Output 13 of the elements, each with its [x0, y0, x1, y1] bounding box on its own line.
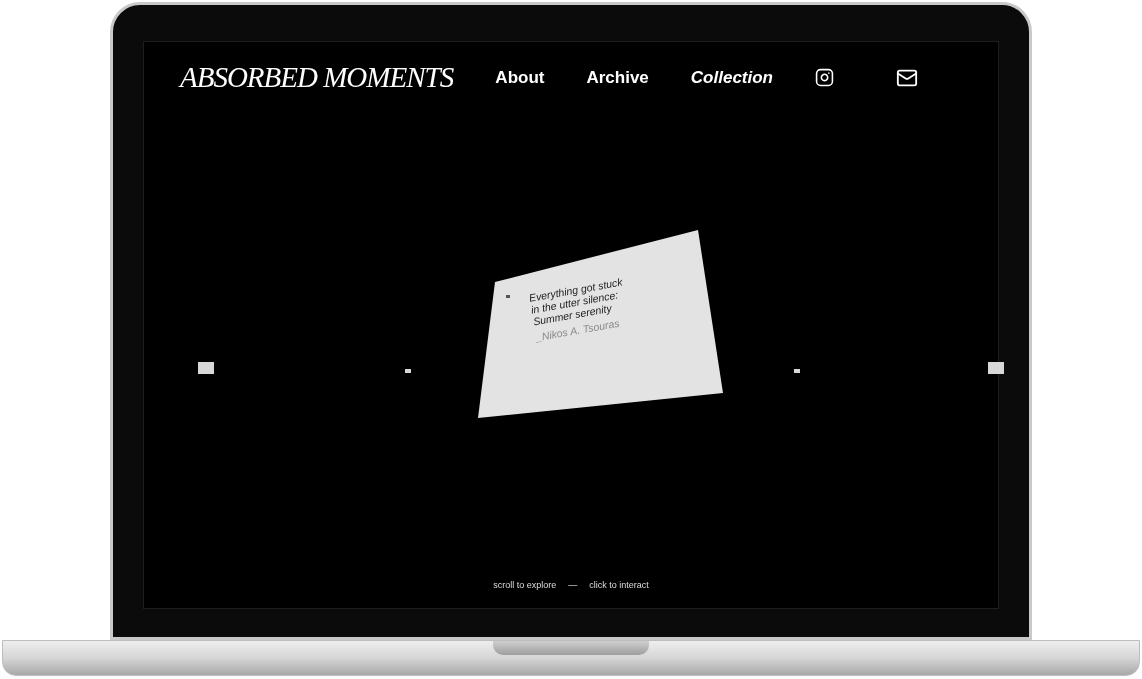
card-background[interactable]: [478, 230, 723, 418]
nav-link[interactable]: Archive: [586, 65, 649, 91]
instagram-icon[interactable]: [815, 68, 834, 88]
nav-link[interactable]: Collection: [690, 65, 773, 91]
site-logo[interactable]: ABSORBED MOMENTS: [180, 56, 454, 100]
thumbnail-image[interactable]: [405, 369, 411, 373]
thumbnail-image[interactable]: [988, 362, 1004, 374]
click-hint: click to interact: [589, 578, 649, 592]
nav-link[interactable]: About: [495, 65, 545, 91]
scroll-hint: scroll to explore: [493, 578, 557, 592]
hint-separator: —: [568, 578, 578, 592]
thumbnail-image[interactable]: [794, 369, 800, 373]
thumbnail-image[interactable]: [198, 362, 214, 374]
